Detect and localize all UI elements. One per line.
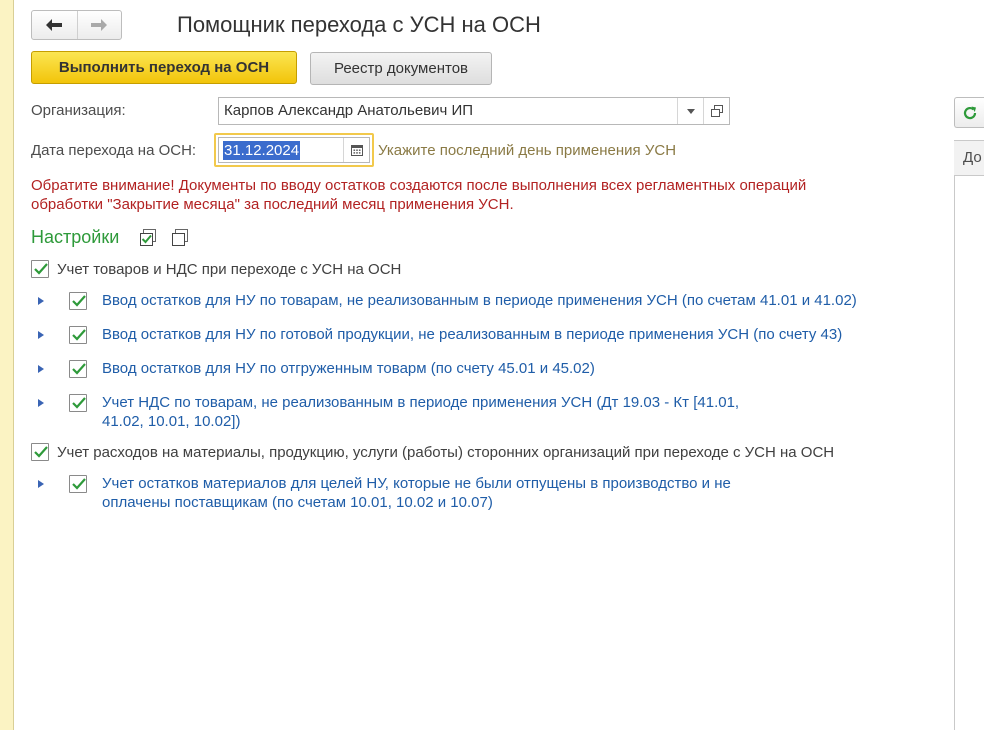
checkmark-icon	[72, 329, 86, 341]
uncheck-all-icon[interactable]	[171, 229, 189, 247]
transition-date-hint: Укажите последний день применения УСН	[378, 142, 677, 159]
navigation-buttons	[31, 10, 122, 40]
materials-balance-label-line1: Учет остатков материалов для целей НУ, к…	[102, 475, 731, 492]
vat-goods-label-line1: Учет НДС по товарам, не реализованным в …	[102, 394, 740, 411]
checkmark-icon	[34, 446, 48, 458]
group-expenses-checkbox[interactable]	[31, 443, 49, 461]
check-all-icon[interactable]	[139, 229, 157, 247]
shipped-goods-balance-label: Ввод остатков для НУ по отгруженным това…	[102, 360, 595, 377]
expand-arrow-icon[interactable]	[38, 365, 44, 373]
organization-value: Карпов Александр Анатольевич ИП	[224, 102, 474, 119]
forward-button[interactable]	[76, 11, 122, 39]
back-button[interactable]	[32, 11, 77, 39]
document-list-panel	[954, 140, 984, 730]
shipped-goods-balance-checkbox[interactable]	[69, 360, 87, 378]
materials-balance-label-line2: оплачены поставщикам (по счетам 10.01, 1…	[102, 494, 493, 511]
calendar-button[interactable]	[343, 138, 369, 162]
checkmark-icon	[72, 295, 86, 307]
transition-date-value: 31.12.2024	[223, 140, 301, 160]
group-expenses-label: Учет расходов на материалы, продукцию, у…	[57, 444, 835, 461]
document-list-header: До	[954, 140, 984, 176]
expand-arrow-icon[interactable]	[38, 480, 44, 488]
left-panel-strip	[0, 0, 14, 730]
group-goods-vat-label: Учет товаров и НДС при переходе с УСН на…	[57, 261, 402, 278]
perform-transition-button[interactable]: Выполнить переход на ОСН	[31, 51, 297, 84]
refresh-icon	[963, 106, 976, 119]
refresh-button[interactable]	[954, 97, 984, 128]
dropdown-arrow-icon	[686, 108, 695, 114]
organization-dropdown-button[interactable]	[677, 98, 703, 124]
expand-arrow-icon[interactable]	[38, 331, 44, 339]
checkmark-icon	[34, 263, 48, 275]
group-goods-vat-checkbox[interactable]	[31, 260, 49, 278]
open-window-icon	[710, 105, 723, 117]
finished-products-balance-label: Ввод остатков для НУ по готовой продукци…	[102, 326, 843, 343]
transition-date-focus-frame: 31.12.2024	[214, 133, 374, 167]
arrow-right-icon	[91, 19, 108, 31]
page-title: Помощник перехода с УСН на ОСН	[177, 12, 541, 37]
settings-title: Настройки	[31, 227, 120, 247]
transition-date-label: Дата перехода на ОСН:	[31, 142, 197, 159]
organization-label: Организация:	[31, 102, 126, 119]
checkmark-icon	[72, 478, 86, 490]
expand-arrow-icon[interactable]	[38, 297, 44, 305]
checkmark-icon	[72, 397, 86, 409]
organization-field[interactable]: Карпов Александр Анатольевич ИП	[218, 97, 730, 125]
document-registry-button[interactable]: Реестр документов	[310, 52, 492, 85]
materials-balance-checkbox[interactable]	[69, 475, 87, 493]
finished-products-balance-checkbox[interactable]	[69, 326, 87, 344]
checkmark-icon	[72, 363, 86, 375]
goods-balance-label: Ввод остатков для НУ по товарам, не реал…	[102, 292, 857, 309]
vat-goods-checkbox[interactable]	[69, 394, 87, 412]
goods-balance-checkbox[interactable]	[69, 292, 87, 310]
arrow-left-icon	[46, 19, 63, 31]
organization-open-button[interactable]	[703, 98, 729, 124]
expand-arrow-icon[interactable]	[38, 399, 44, 407]
warning-message: Обратите внимание! Документы по вводу ос…	[31, 177, 807, 213]
transition-date-field[interactable]: 31.12.2024	[218, 137, 370, 163]
calendar-icon	[350, 145, 363, 156]
vat-goods-label-line2: 41.02, 10.01, 10.02])	[102, 413, 241, 430]
